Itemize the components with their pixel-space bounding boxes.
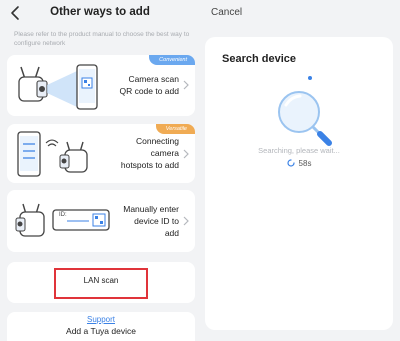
manual-option-line2: device ID to [134,216,179,226]
hotspot-option-line3: hotspots to add [120,160,179,170]
manual-option-line3: add [164,228,179,238]
search-device-screen: Cancel Search device Searching, please w… [200,0,400,341]
cancel-button[interactable]: Cancel [211,7,242,18]
hotspot-option-line1: Connecting [135,136,179,146]
camera-id-label-illustration-icon [15,203,110,237]
qr-option-line1: Camera scan [128,74,179,84]
device-id-label: ID: [59,212,67,218]
searching-status-text: Searching, please wait... [258,146,340,155]
option-camera-hotspot[interactable]: Versatile Connecting camera hotspots to … [7,124,195,183]
hotspot-option-line2: camera [150,148,179,158]
loading-spinner-icon [286,159,295,167]
chevron-right-icon [183,216,189,226]
chevron-right-icon [183,149,189,159]
support-link[interactable]: Support [7,315,195,324]
manual-option-line1: Manually enter [123,204,179,214]
lan-scan-label: LAN scan [83,276,119,285]
support-card: Support Add a Tuya device [7,312,195,341]
qr-option-line2: QR code to add [119,86,179,96]
countdown: 58s [205,159,393,168]
other-ways-screen: Other ways to add Please refer to the pr… [0,0,200,341]
option-lan-scan[interactable]: LAN scan [7,262,195,303]
convenient-badge: Convenient [149,55,195,65]
versatile-badge: Versatile [155,124,195,134]
option-manual-device-id[interactable]: ID: Manually enter device ID to add [7,190,195,252]
option-qr-scan[interactable]: Convenient Camera scan QR code to add [7,55,195,116]
page-title: Other ways to add [50,6,150,18]
search-card: Search device Searching, please wait... … [205,37,393,330]
search-title: Search device [222,53,296,65]
countdown-value: 58s [298,159,312,168]
blue-dot-icon [308,76,312,80]
add-tuya-device-label: Add a Tuya device [66,326,136,336]
camera-qr-illustration-icon [18,64,98,110]
intro-text: Please refer to the product manual to ch… [14,31,190,47]
chevron-right-icon [183,80,189,90]
phone-hotspot-illustration-icon [17,131,88,177]
